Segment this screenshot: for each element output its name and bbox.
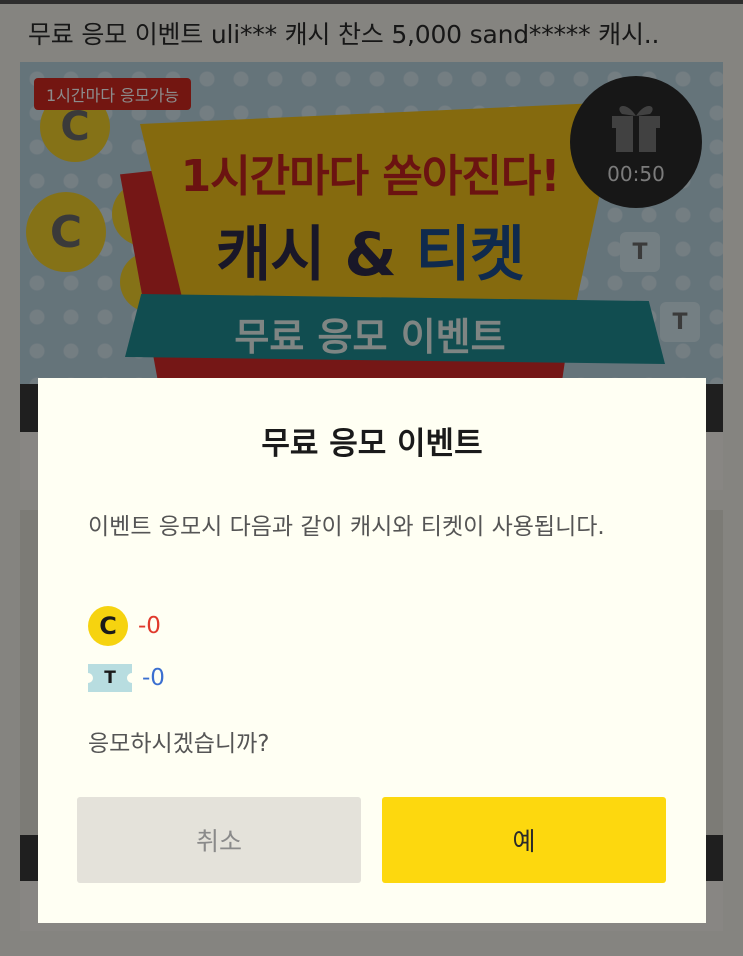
confirm-button[interactable]: 예 [382, 797, 666, 883]
cash-cost-row: C -0 [88, 606, 161, 646]
ticket-cost-value: -0 [142, 665, 165, 691]
entry-confirm-dialog: 무료 응모 이벤트 이벤트 응모시 다음과 같이 캐시와 티켓이 사용됩니다. … [38, 378, 706, 923]
cancel-button[interactable]: 취소 [77, 797, 361, 883]
dialog-question: 응모하시겠습니까? [88, 731, 270, 757]
ticket-cost-row: T -0 [83, 664, 165, 692]
cash-cost-value: -0 [138, 613, 161, 639]
app-screen: 무료 응모 이벤트 uli*** 캐시 찬스 5,000 sand***** 캐… [0, 0, 743, 956]
dialog-message: 이벤트 응모시 다음과 같이 캐시와 티켓이 사용됩니다. [88, 514, 605, 540]
ticket-icon: T [83, 664, 137, 692]
dialog-title: 무료 응모 이벤트 [261, 426, 483, 462]
coin-icon: C [88, 606, 128, 646]
